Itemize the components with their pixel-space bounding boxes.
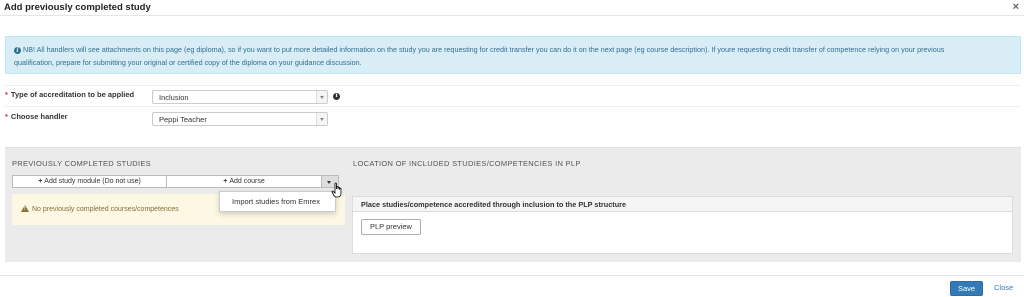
info-tooltip-icon[interactable]: i — [333, 93, 340, 100]
add-course-button[interactable]: + Add course — [166, 175, 322, 188]
handler-select[interactable]: Peppi Teacher — [152, 112, 328, 126]
previously-completed-title: PREVIOUSLY COMPLETED STUDIES — [12, 159, 151, 168]
plp-preview-button[interactable]: PLP preview — [361, 219, 421, 235]
add-buttons-group: + Add study module (Do not use) + Add cour… — [12, 175, 340, 188]
warning-icon — [21, 205, 29, 212]
chevron-down-icon — [316, 113, 327, 125]
plus-icon: + — [38, 178, 43, 185]
dialog-title: Add previously completed study — [4, 2, 151, 13]
footer-divider — [0, 275, 1024, 276]
add-course-label: Add course — [229, 178, 265, 185]
info-text-line2: qualification, prepare for submitting yo… — [14, 58, 362, 67]
accreditation-select-value: Inclusion — [159, 93, 189, 102]
dialog-header: Add previously completed study × — [0, 0, 1024, 16]
warning-text: No previously completed courses/competen… — [32, 206, 179, 213]
divider — [5, 106, 1021, 107]
accreditation-select[interactable]: Inclusion — [152, 90, 328, 104]
add-study-module-label: Add study module (Do not use) — [44, 178, 141, 185]
handler-label: * Choose handler — [5, 112, 68, 121]
dropdown-item-import-emrex[interactable]: Import studies from Emrex — [219, 191, 336, 212]
info-alert: i NB! All handlers will see attachments … — [5, 36, 1021, 74]
plp-box-header: Place studies/competence accredited thro… — [353, 197, 1012, 212]
close-link[interactable]: Close — [994, 283, 1013, 292]
hand-cursor-icon — [331, 182, 342, 198]
chevron-down-icon — [316, 91, 327, 103]
add-study-module-button[interactable]: + Add study module (Do not use) — [12, 175, 167, 188]
info-icon: i — [14, 47, 21, 54]
accreditation-label: * Type of accreditation to be applied — [5, 90, 134, 99]
save-button[interactable]: Save — [950, 281, 983, 296]
close-icon[interactable]: × — [1013, 1, 1019, 13]
plus-icon: + — [223, 178, 228, 185]
required-marker: * — [5, 90, 8, 99]
accreditation-label-text: Type of accreditation to be applied — [10, 90, 135, 99]
handler-select-value: Peppi Teacher — [159, 115, 207, 124]
handler-label-text: Choose handler — [10, 112, 68, 121]
divider — [5, 85, 1021, 86]
info-text-line1: NB! All handlers will see attachments on… — [23, 45, 945, 54]
required-marker: * — [5, 112, 8, 121]
plp-location-title: LOCATION OF INCLUDED STUDIES/COMPETENCIE… — [353, 159, 581, 168]
plp-structure-box: Place studies/competence accredited thro… — [352, 196, 1013, 254]
